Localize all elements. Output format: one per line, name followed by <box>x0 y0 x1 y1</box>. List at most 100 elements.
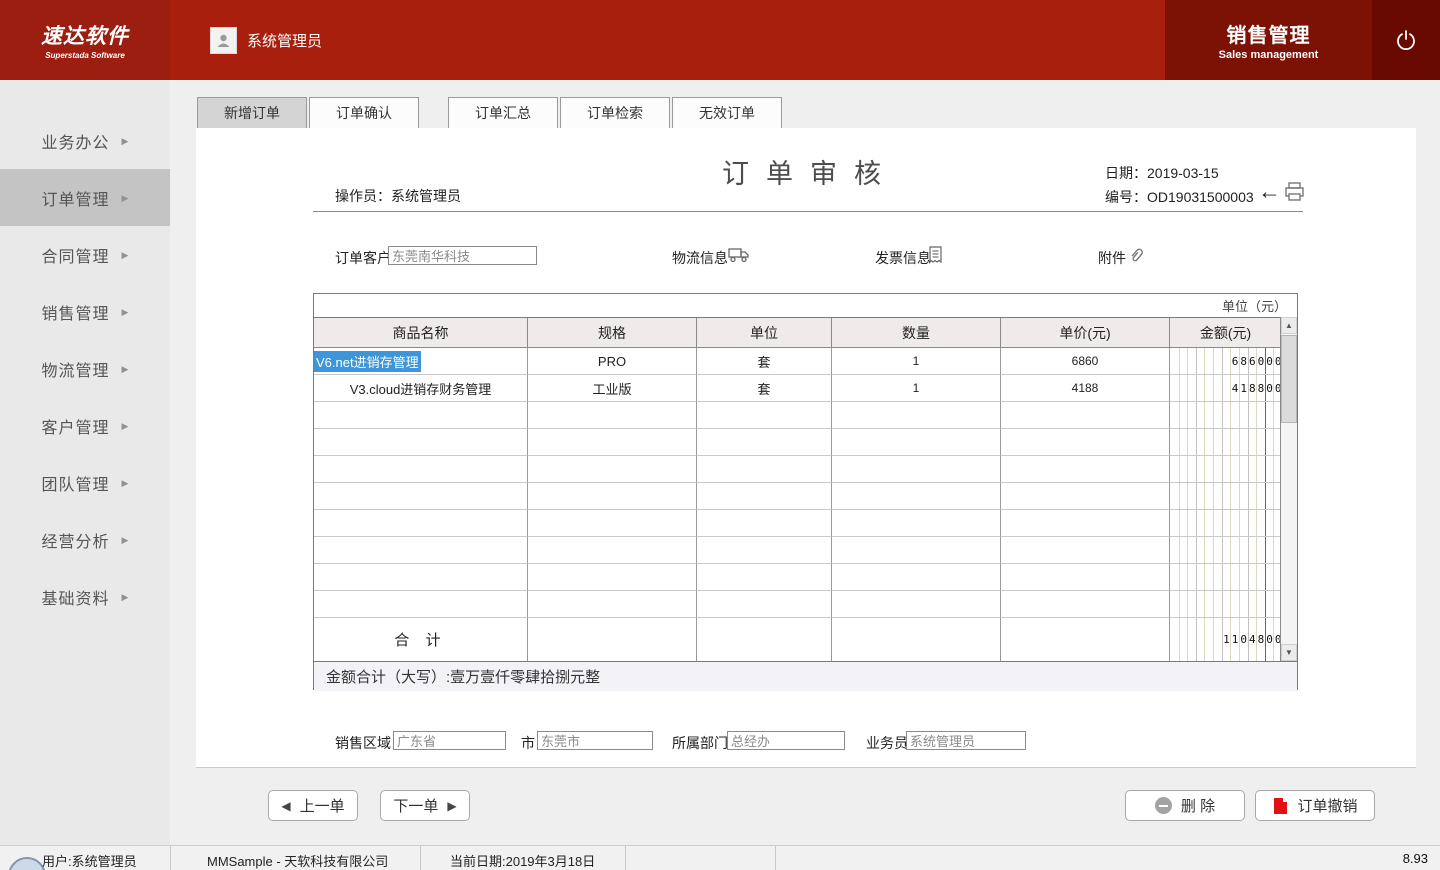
tab-5[interactable]: 无效订单 <box>672 97 782 128</box>
cell-product-name[interactable] <box>314 591 528 618</box>
sidebar-item-4[interactable]: 销售管理▶ <box>0 283 170 340</box>
cell-price[interactable] <box>1001 564 1170 591</box>
logout-power-button[interactable] <box>1372 0 1440 80</box>
cell-price[interactable] <box>1001 456 1170 483</box>
cell-price[interactable] <box>1001 537 1170 564</box>
cell-spec[interactable]: PRO <box>528 348 697 375</box>
salesperson-input[interactable] <box>906 731 1026 750</box>
cell-qty[interactable] <box>832 402 1001 429</box>
cell-spec[interactable] <box>528 510 697 537</box>
sidebar-item-5[interactable]: 物流管理▶ <box>0 340 170 397</box>
app-window: 速达软件 Superstada Software 系统管理员 销售管理 Sale… <box>0 0 1440 870</box>
cell-price[interactable] <box>1001 591 1170 618</box>
cell-unit[interactable] <box>697 564 832 591</box>
cell-spec[interactable] <box>528 483 697 510</box>
cell-qty[interactable] <box>832 483 1001 510</box>
table-row-empty <box>314 564 1297 591</box>
table-row-empty <box>314 483 1297 510</box>
tab-1[interactable]: 新增订单 <box>197 97 307 128</box>
scroll-down-icon[interactable]: ▼ <box>1281 644 1297 661</box>
tab-4[interactable]: 订单检索 <box>560 97 670 128</box>
cell-unit[interactable] <box>697 483 832 510</box>
cell-spec[interactable] <box>528 537 697 564</box>
cell-amount[interactable] <box>1170 564 1282 591</box>
amount-ledger <box>1170 429 1282 455</box>
cell-product-name[interactable] <box>314 429 528 456</box>
cell-unit[interactable] <box>697 402 832 429</box>
cell-amount[interactable] <box>1170 537 1282 564</box>
cell-unit[interactable] <box>697 510 832 537</box>
print-icon[interactable] <box>1284 182 1305 202</box>
next-order-button[interactable]: 下一单 ▶ <box>380 790 470 821</box>
tab-2[interactable]: 订单确认 <box>309 97 419 128</box>
cell-qty[interactable] <box>832 456 1001 483</box>
sidebar-item-8[interactable]: 经营分析▶ <box>0 511 170 568</box>
cell-product-name[interactable]: V3.cloud进销存财务管理 <box>314 375 528 402</box>
current-user-chip[interactable]: 系统管理员 <box>210 27 322 54</box>
cell-unit[interactable] <box>697 456 832 483</box>
cell-price[interactable]: 6860 <box>1001 348 1170 375</box>
prev-order-button[interactable]: ◀ 上一单 <box>268 790 358 821</box>
cell-product-name[interactable] <box>314 564 528 591</box>
cell-qty[interactable] <box>832 510 1001 537</box>
cell-amount[interactable] <box>1170 591 1282 618</box>
cell-amount[interactable] <box>1170 456 1282 483</box>
cell-product-name[interactable]: V6.net进销存管理 <box>314 348 528 375</box>
region-input[interactable] <box>393 731 506 750</box>
cell-amount[interactable] <box>1170 510 1282 537</box>
logistics-truck-icon[interactable] <box>728 246 750 264</box>
total-price-cell <box>1001 618 1170 661</box>
cell-amount[interactable] <box>1170 483 1282 510</box>
scroll-up-icon[interactable]: ▲ <box>1281 317 1297 334</box>
cell-spec[interactable] <box>528 429 697 456</box>
sidebar-item-9[interactable]: 基础资料▶ <box>0 568 170 625</box>
cell-amount[interactable] <box>1170 429 1282 456</box>
cell-product-name[interactable] <box>314 537 528 564</box>
delete-button[interactable]: 删 除 <box>1125 790 1245 821</box>
cell-price[interactable] <box>1001 483 1170 510</box>
revoke-order-button[interactable]: 订单撤销 <box>1255 790 1375 821</box>
cell-qty[interactable] <box>832 564 1001 591</box>
cell-unit[interactable]: 套 <box>697 348 832 375</box>
sidebar-item-7[interactable]: 团队管理▶ <box>0 454 170 511</box>
cell-price[interactable] <box>1001 510 1170 537</box>
cell-amount[interactable] <box>1170 402 1282 429</box>
cell-spec[interactable] <box>528 564 697 591</box>
cell-unit[interactable] <box>697 429 832 456</box>
cell-spec[interactable] <box>528 591 697 618</box>
back-arrow-icon[interactable]: ← <box>1258 178 1281 205</box>
city-input[interactable] <box>537 731 653 750</box>
cell-qty[interactable]: 1 <box>832 348 1001 375</box>
sidebar-item-1[interactable]: 业务办公▶ <box>0 112 170 169</box>
cell-qty[interactable] <box>832 537 1001 564</box>
table-scrollbar[interactable]: ▲ ▼ <box>1280 317 1297 661</box>
cell-spec[interactable]: 工业版 <box>528 375 697 402</box>
amount-ledger <box>1170 564 1282 590</box>
cell-price[interactable]: 4188 <box>1001 375 1170 402</box>
cell-qty[interactable] <box>832 429 1001 456</box>
cell-product-name[interactable] <box>314 456 528 483</box>
cell-amount[interactable]: 418800 <box>1170 375 1282 402</box>
cell-price[interactable] <box>1001 429 1170 456</box>
cell-spec[interactable] <box>528 456 697 483</box>
cell-unit[interactable] <box>697 537 832 564</box>
cell-product-name[interactable] <box>314 510 528 537</box>
tab-3[interactable]: 订单汇总 <box>448 97 558 128</box>
department-input[interactable] <box>727 731 845 750</box>
revoke-label: 订单撤销 <box>1297 795 1357 816</box>
cell-unit[interactable] <box>697 591 832 618</box>
cell-spec[interactable] <box>528 402 697 429</box>
sidebar-item-2[interactable]: 订单管理▶ <box>0 169 170 226</box>
cell-qty[interactable]: 1 <box>832 375 1001 402</box>
customer-input[interactable] <box>388 246 537 265</box>
scrollbar-thumb[interactable] <box>1281 335 1297 423</box>
attachment-paperclip-icon[interactable] <box>1128 246 1147 265</box>
cell-unit[interactable]: 套 <box>697 375 832 402</box>
cell-price[interactable] <box>1001 402 1170 429</box>
cell-product-name[interactable] <box>314 483 528 510</box>
cell-product-name[interactable] <box>314 402 528 429</box>
cell-amount[interactable]: 686000 <box>1170 348 1282 375</box>
sidebar-item-6[interactable]: 客户管理▶ <box>0 397 170 454</box>
cell-qty[interactable] <box>832 591 1001 618</box>
invoice-receipt-icon[interactable] <box>928 246 943 265</box>
